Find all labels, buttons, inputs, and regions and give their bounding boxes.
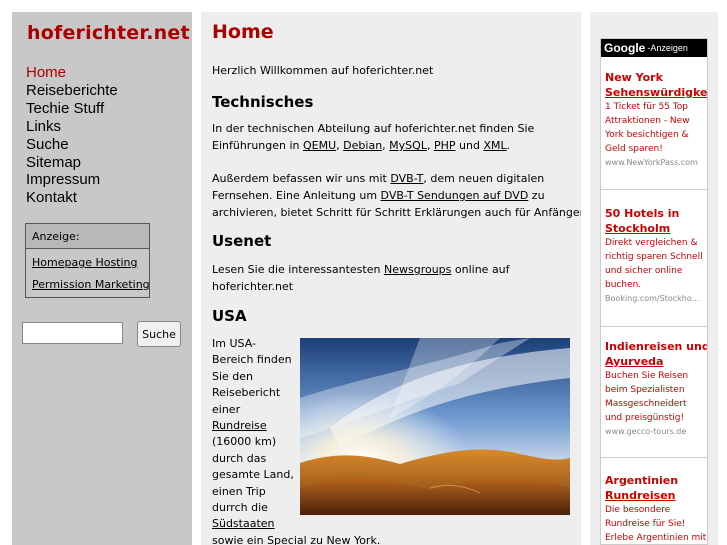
text: zu bbox=[531, 189, 545, 202]
ad-desc: Die besondere bbox=[605, 505, 671, 515]
landscape-photo bbox=[300, 338, 570, 515]
page-title: Home bbox=[212, 21, 274, 43]
ad-title[interactable]: Ayurveda bbox=[605, 354, 705, 369]
google-ads-box: Google -Anzeigen New York Sehenswürdigke… bbox=[600, 38, 708, 545]
ad-title[interactable]: Stockholm bbox=[605, 221, 705, 236]
search-button[interactable]: Suche bbox=[137, 321, 181, 347]
link-dvb-t-dvd[interactable]: DVB-T Sendungen auf DVD bbox=[381, 189, 529, 202]
nav-item-suche[interactable]: Suche bbox=[26, 136, 118, 154]
link-php[interactable]: PHP bbox=[434, 139, 456, 152]
technisches-paragraph-1: In der technischen Abteilung auf hoferic… bbox=[212, 122, 535, 152]
ad-desc: und sicher online bbox=[605, 266, 683, 276]
link-newsgroups[interactable]: Newsgroups bbox=[384, 263, 451, 276]
google-logo: Google bbox=[604, 41, 646, 55]
ad-url[interactable]: Booking.com/Stockho... bbox=[605, 292, 705, 306]
ad-divider bbox=[601, 189, 707, 190]
text: sowie ein Special zu bbox=[212, 533, 323, 545]
intro-text: Herzlich Willkommen auf hoferichter.net bbox=[212, 64, 434, 77]
right-ad-column: Google -Anzeigen New York Sehenswürdigke… bbox=[590, 12, 718, 545]
sidebar: hoferichter.net Home Reiseberichte Techi… bbox=[12, 12, 192, 545]
text: Außerdem befassen wir uns mit bbox=[212, 172, 387, 185]
ad-divider bbox=[601, 457, 707, 458]
nav-item-home[interactable]: Home bbox=[26, 64, 118, 82]
ad-title[interactable]: 50 Hotels in bbox=[605, 206, 705, 221]
ad-desc: 1 Ticket für 55 Top bbox=[605, 102, 689, 112]
text: Fernsehen. Eine Anleitung um bbox=[212, 189, 378, 202]
text: Sie den bbox=[212, 369, 254, 383]
nav-item-impressum[interactable]: Impressum bbox=[26, 171, 118, 189]
link-debian[interactable]: Debian bbox=[343, 139, 382, 152]
ad-divider bbox=[601, 326, 707, 327]
ad-link-homepage-hosting[interactable]: Homepage Hosting bbox=[32, 256, 149, 269]
ad-title[interactable]: Rundreisen bbox=[605, 488, 705, 503]
nav-item-reiseberichte[interactable]: Reiseberichte bbox=[26, 82, 118, 100]
nav-item-techie-stuff[interactable]: Techie Stuff bbox=[26, 100, 118, 118]
text: einer bbox=[212, 402, 241, 416]
link-new-york[interactable]: New York bbox=[326, 534, 376, 545]
search-input[interactable] bbox=[22, 322, 123, 344]
ad-desc: York besichtigen & bbox=[605, 130, 689, 140]
ad-url[interactable]: www.NewYorkPass.com bbox=[605, 156, 705, 170]
technisches-paragraph-2: Außerdem befassen wir uns mit DVB-T, dem… bbox=[212, 170, 581, 221]
sidebar-ad-box: Anzeige: Homepage Hosting Permission Mar… bbox=[25, 223, 150, 298]
text: In der technischen Abteilung auf hoferic… bbox=[212, 122, 535, 135]
site-logo[interactable]: hoferichter.net bbox=[27, 22, 190, 44]
ad-link-permission-marketing[interactable]: Permission Marketing bbox=[32, 278, 150, 291]
ad-title[interactable]: New York bbox=[605, 70, 705, 85]
text: durch das bbox=[212, 451, 267, 465]
nav-item-sitemap[interactable]: Sitemap bbox=[26, 154, 118, 172]
nav-item-kontakt[interactable]: Kontakt bbox=[26, 189, 118, 207]
ad-desc: richtig sparen Schnell bbox=[605, 252, 703, 262]
ad-title[interactable]: Sehenswürdigkeite bbox=[605, 85, 707, 100]
text: hoferichter.net bbox=[212, 280, 294, 293]
ad-title[interactable]: Argentinien bbox=[605, 473, 705, 488]
usenet-paragraph: Lesen Sie die interessantesten Newsgroup… bbox=[212, 261, 510, 295]
link-suedstaaten[interactable]: Südstaaten bbox=[212, 517, 275, 530]
main-nav: Home Reiseberichte Techie Stuff Links Su… bbox=[26, 64, 118, 207]
ad-desc: Geld sparen! bbox=[605, 144, 663, 154]
google-ad-4[interactable]: Argentinien Rundreisen Die besondere Run… bbox=[605, 473, 707, 544]
heading-technisches: Technisches bbox=[212, 93, 314, 111]
heading-usa: USA bbox=[212, 307, 247, 325]
ad-desc: Erlebe Argentinien mit bbox=[605, 533, 707, 543]
heading-usenet: Usenet bbox=[212, 232, 272, 250]
text: durrch die bbox=[212, 501, 268, 515]
google-ad-2[interactable]: 50 Hotels in Stockholm Direkt vergleiche… bbox=[605, 206, 705, 306]
google-ad-1[interactable]: New York Sehenswürdigkeite 1 Ticket für … bbox=[605, 70, 707, 170]
text: Im USA- bbox=[212, 337, 256, 350]
text: Lesen Sie die interessantesten bbox=[212, 263, 381, 276]
link-xml[interactable]: XML bbox=[483, 139, 506, 152]
ad-box-title: Anzeige: bbox=[26, 224, 149, 249]
link-qemu[interactable]: QEMU bbox=[303, 139, 336, 152]
ad-desc: Rundreise für Sie! bbox=[605, 519, 686, 529]
text: (16000 km) bbox=[212, 435, 277, 449]
google-ads-header[interactable]: Google -Anzeigen bbox=[601, 39, 707, 57]
text: Reisebericht bbox=[212, 386, 281, 400]
ad-desc: beim Spezialisten bbox=[605, 385, 685, 395]
main-content: Home Herzlich Willkommen auf hoferichter… bbox=[201, 12, 581, 545]
text: , dem neuen digitalen bbox=[423, 172, 545, 185]
ad-desc: und preisgünstig! bbox=[605, 413, 685, 423]
ad-title[interactable]: Indienreisen und bbox=[605, 339, 707, 354]
nav-item-links[interactable]: Links bbox=[26, 118, 118, 136]
link-rundreise[interactable]: Rundreise bbox=[212, 419, 267, 432]
google-ads-label: -Anzeigen bbox=[647, 43, 688, 53]
text: Einführungen in bbox=[212, 139, 300, 152]
text: einen Trip bbox=[212, 484, 266, 498]
ad-desc: buchen. bbox=[605, 280, 642, 290]
ad-desc: Direkt vergleichen & bbox=[605, 238, 698, 248]
link-dvb-t[interactable]: DVB-T bbox=[390, 172, 423, 185]
ad-desc: Massgeschneidert bbox=[605, 399, 687, 409]
text: online auf bbox=[454, 263, 510, 276]
ad-desc: Attraktionen - New bbox=[605, 116, 690, 126]
google-ad-3[interactable]: Indienreisen und Ayurveda Buchen Sie Rei… bbox=[605, 339, 707, 439]
text: Bereich finden bbox=[212, 353, 292, 367]
text: gesamte Land, bbox=[212, 468, 294, 482]
text: archivieren, bietet Schritt für Schritt … bbox=[212, 206, 581, 219]
ad-url[interactable]: www.gecco-tours.de bbox=[605, 425, 705, 439]
text: und bbox=[459, 139, 480, 152]
ad-desc: Buchen Sie Reisen bbox=[605, 371, 689, 381]
link-mysql[interactable]: MySQL bbox=[389, 139, 427, 152]
